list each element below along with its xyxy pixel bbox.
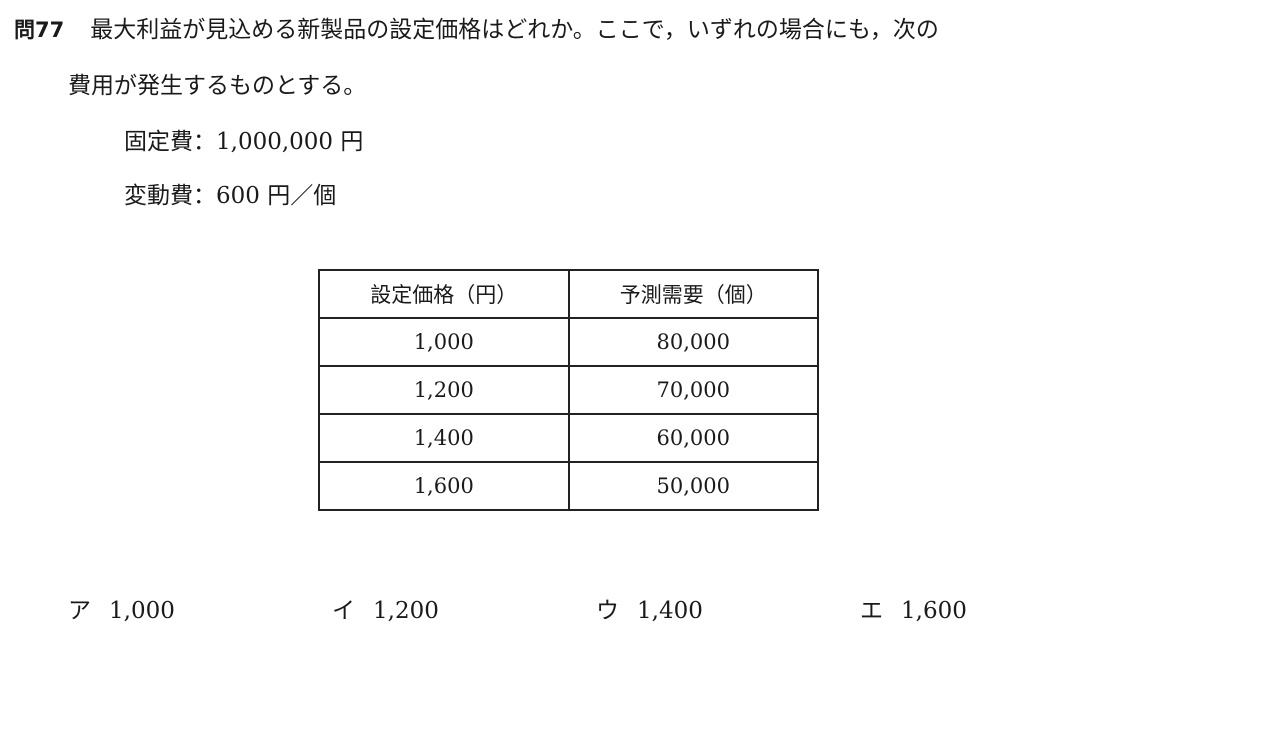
- variable-cost: 変動費：600 円／個: [124, 183, 337, 209]
- choice-value: 1,400: [637, 598, 703, 624]
- question-text-line1: 最大利益が見込める新製品の設定価格はどれか。ここで，いずれの場合にも，次の: [90, 17, 939, 43]
- choice-letter: ア: [68, 598, 91, 624]
- answer-choices: ア 1,000 イ 1,200 ウ 1,400 エ 1,600: [0, 593, 1288, 633]
- demand-cell: 60,000: [567, 413, 819, 463]
- price-cell: 1,200: [318, 365, 570, 415]
- price-cell: 1,600: [318, 461, 570, 511]
- choice-letter: イ: [332, 598, 355, 624]
- demand-cell: 50,000: [567, 461, 819, 511]
- question-text-line2: 費用が発生するものとする。: [68, 73, 367, 99]
- header-forecast-demand: 予測需要（個）: [567, 269, 819, 319]
- demand-cell: 80,000: [567, 317, 819, 367]
- table-row: 1,600 50,000: [318, 461, 819, 511]
- choice-value: 1,000: [109, 598, 175, 624]
- price-cell: 1,400: [318, 413, 570, 463]
- choice-i[interactable]: イ 1,200: [332, 593, 439, 629]
- choice-letter: エ: [860, 598, 883, 624]
- choice-letter: ウ: [596, 598, 619, 624]
- choice-value: 1,600: [901, 598, 967, 624]
- choice-value: 1,200: [373, 598, 439, 624]
- choice-a[interactable]: ア 1,000: [68, 593, 175, 629]
- table-header-row: 設定価格（円） 予測需要（個）: [318, 269, 819, 319]
- fixed-cost: 固定費：1,000,000 円: [124, 129, 364, 155]
- question-header: 問77 最大利益が見込める新製品の設定価格はどれか。ここで，いずれの場合にも，次の: [14, 14, 939, 46]
- choice-u[interactable]: ウ 1,400: [596, 593, 703, 629]
- header-set-price: 設定価格（円）: [318, 269, 570, 319]
- choice-e[interactable]: エ 1,600: [860, 593, 967, 629]
- question-number: 問77: [14, 18, 65, 42]
- price-cell: 1,000: [318, 317, 570, 367]
- price-demand-table: 設定価格（円） 予測需要（個） 1,000 80,000 1,200 70,00…: [318, 269, 819, 511]
- demand-cell: 70,000: [567, 365, 819, 415]
- table-row: 1,200 70,000: [318, 365, 819, 415]
- table-row: 1,000 80,000: [318, 317, 819, 367]
- table-row: 1,400 60,000: [318, 413, 819, 463]
